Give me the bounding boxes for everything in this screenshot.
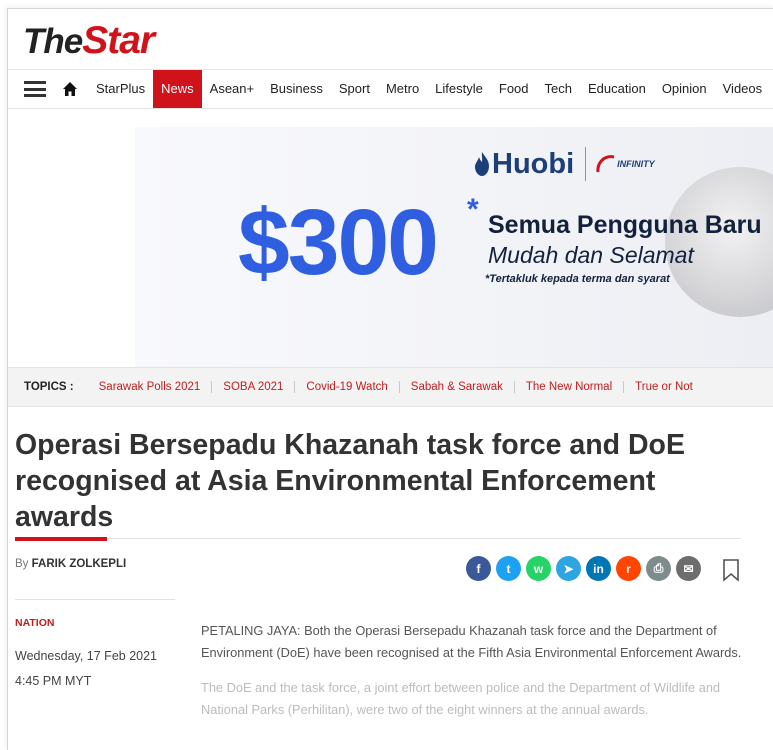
whatsapp-share-icon[interactable]: w: [526, 556, 551, 581]
home-icon[interactable]: [62, 81, 78, 97]
nav-item-news[interactable]: News: [153, 70, 202, 108]
linkedin-share-icon[interactable]: in: [586, 556, 611, 581]
topic-link[interactable]: Covid-19 Watch: [295, 381, 400, 393]
ad-brand: Huobi INFINITY: [472, 147, 655, 181]
sidebar-divider: [15, 599, 175, 600]
headline-accent-bar: [15, 537, 107, 541]
byline: By FARIK ZOLKEPLI: [15, 558, 126, 570]
nav-item-education[interactable]: Education: [580, 70, 654, 108]
headline-divider: [107, 538, 741, 539]
twitter-share-icon[interactable]: t: [496, 556, 521, 581]
topic-link[interactable]: Sabah & Sarawak: [400, 381, 515, 393]
nav-item-starplus[interactable]: StarPlus: [88, 70, 153, 108]
flame-icon: [475, 152, 489, 176]
nav-item-sport[interactable]: Sport: [331, 70, 378, 108]
nav-item-videos[interactable]: Videos: [715, 70, 771, 108]
main-nav: StarPlus News Asean+ Business Sport Metro Life…: [8, 69, 773, 109]
topic-link[interactable]: Sarawak Polls 2021: [88, 381, 213, 393]
reddit-share-icon[interactable]: r: [616, 556, 641, 581]
ad-disclaimer: *Tertakluk kepada terma dan syarat: [485, 273, 670, 285]
article-headline: Operasi Bersepadu Khazanah task force an…: [15, 429, 685, 533]
byline-prefix: By: [15, 558, 29, 570]
publish-datetime: Wednesday, 17 Feb 2021 4:45 PM MYT: [15, 644, 157, 694]
publish-date: Wednesday, 17 Feb 2021: [15, 649, 157, 663]
topic-link[interactable]: The New Normal: [515, 381, 625, 393]
nav-item-tech[interactable]: Tech: [537, 70, 580, 108]
topic-link[interactable]: SOBA 2021: [212, 381, 296, 393]
advertisement-banner[interactable]: Huobi INFINITY $300 * Semua Pengguna Bar…: [135, 127, 773, 367]
nav-item-lifestyle[interactable]: Lifestyle: [427, 70, 491, 108]
ad-amount: $300: [238, 190, 439, 294]
publish-time: 4:45 PM MYT: [15, 674, 92, 688]
ad-headline: Semua Pengguna Baru: [488, 211, 762, 239]
ad-asterisk: *: [467, 193, 479, 226]
category-label[interactable]: NATION: [15, 617, 54, 629]
topics-bar: TOPICS : Sarawak Polls 2021 SOBA 2021 Covi…: [8, 367, 773, 407]
bookmark-icon[interactable]: [721, 558, 741, 582]
ad-brand-name: Huobi: [492, 147, 575, 180]
thestar-logo[interactable]: TheStar: [23, 19, 155, 63]
ad-partner: INFINITY: [617, 159, 655, 169]
topic-items: Sarawak Polls 2021 SOBA 2021 Covid-19 Watc…: [88, 381, 704, 393]
nav-item-business[interactable]: Business: [262, 70, 331, 108]
ad-divider: [585, 147, 587, 181]
ad-subheadline: Mudah dan Selamat: [488, 242, 694, 268]
topic-link[interactable]: True or Not: [624, 381, 704, 393]
print-share-icon[interactable]: ⎙: [646, 556, 671, 581]
infinity-logo-icon: [596, 155, 615, 173]
article-body: PETALING JAYA: Both the Operasi Bersepad…: [201, 620, 746, 734]
share-buttons: f t w ➤ in r ⎙ ✉: [466, 556, 706, 581]
facebook-share-icon[interactable]: f: [466, 556, 491, 581]
page: TheStar StarPlus News Asean+ Business Sport M…: [7, 8, 773, 750]
nav-item-metro[interactable]: Metro: [378, 70, 427, 108]
nav-item-food[interactable]: Food: [491, 70, 537, 108]
nav-item-asean[interactable]: Asean+: [202, 70, 262, 108]
nav-items: StarPlus News Asean+ Business Sport Metro Life…: [88, 70, 770, 108]
telegram-share-icon[interactable]: ➤: [556, 556, 581, 581]
logo-star: Star: [82, 19, 155, 62]
paragraph-faded: The DoE and the task force, a joint effo…: [201, 680, 721, 717]
logo-the: The: [23, 22, 83, 61]
author-name[interactable]: FARIK ZOLKEPLI: [32, 558, 127, 570]
paragraph: PETALING JAYA: Both the Operasi Bersepad…: [201, 623, 742, 660]
nav-item-opinion[interactable]: Opinion: [654, 70, 715, 108]
topics-label: TOPICS :: [24, 381, 74, 393]
menu-icon[interactable]: [24, 81, 46, 97]
email-share-icon[interactable]: ✉: [676, 556, 701, 581]
